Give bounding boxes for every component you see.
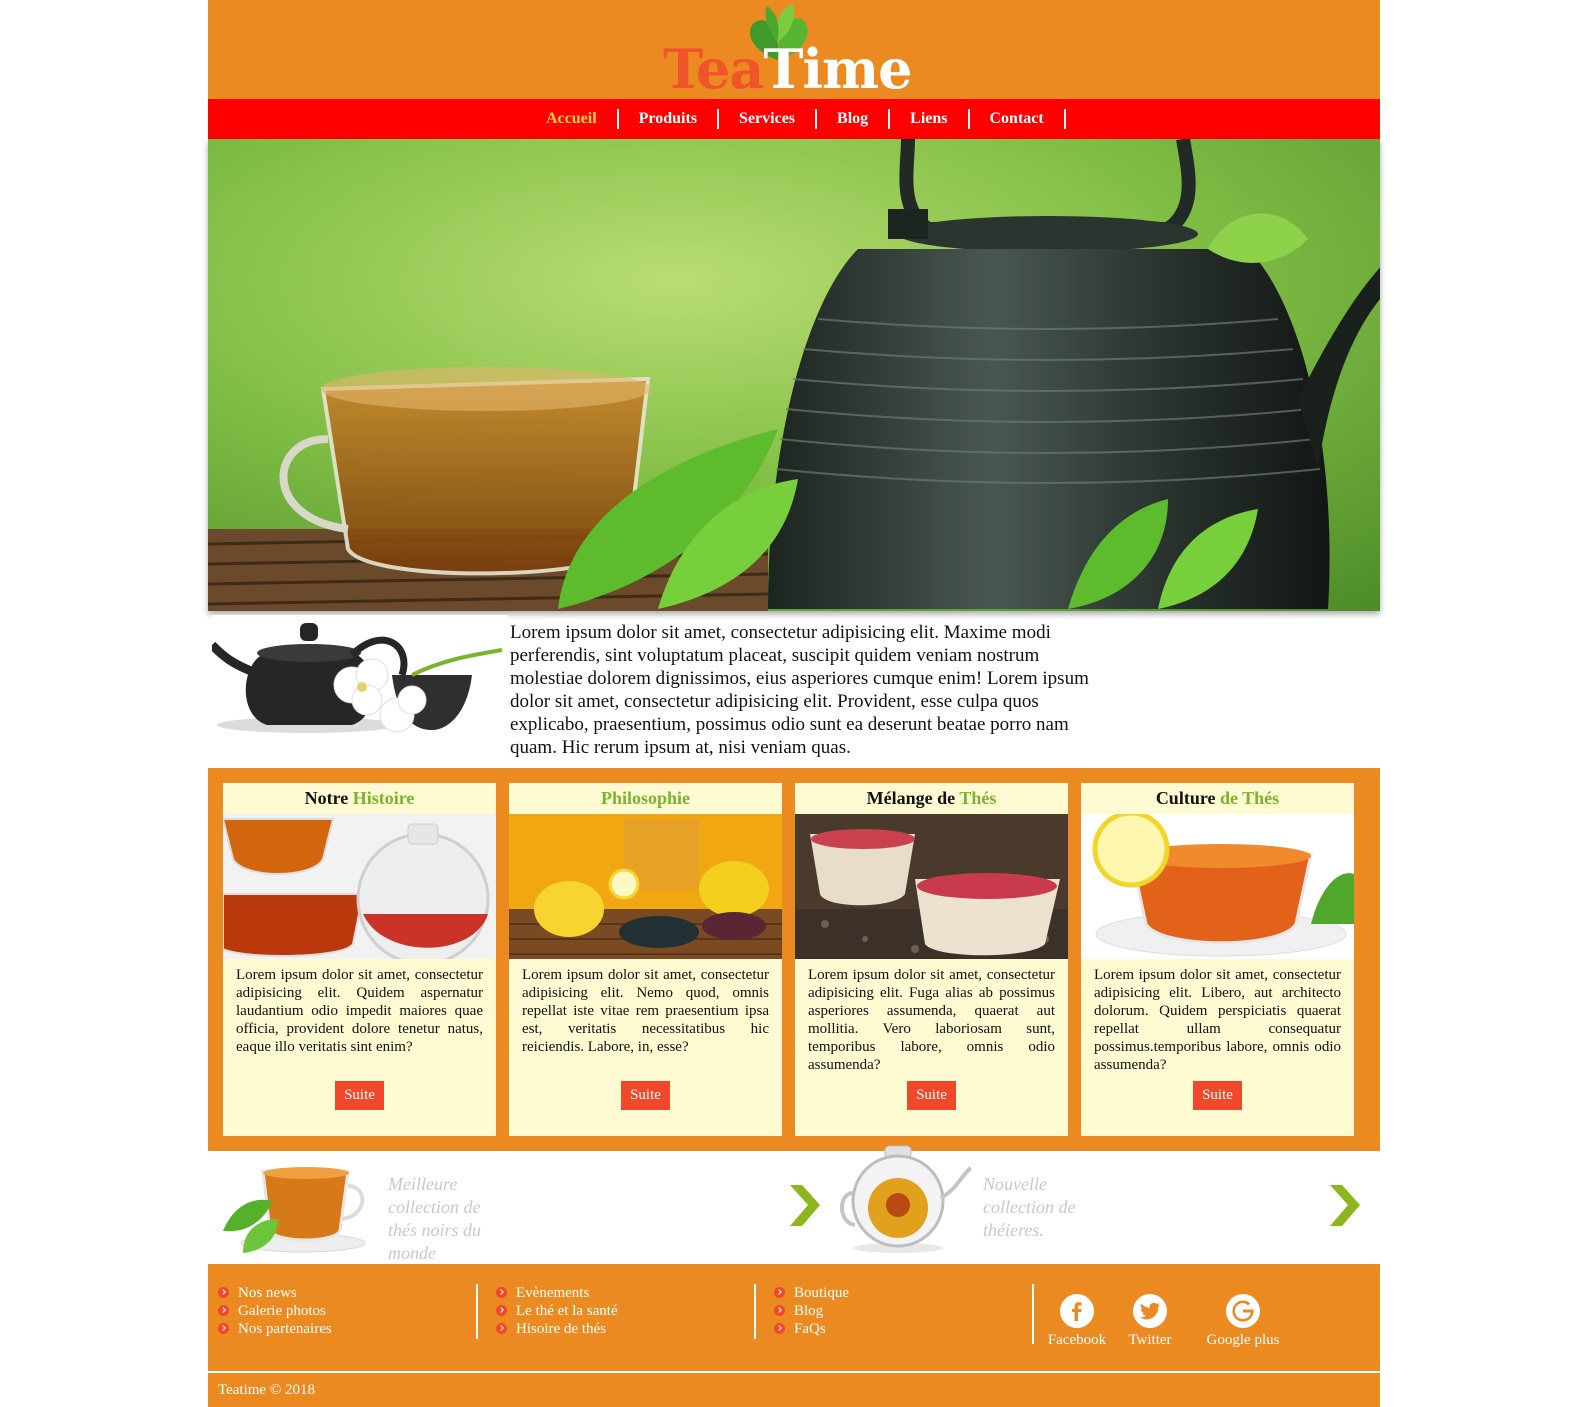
chevron-bullet-icon <box>218 1287 229 1298</box>
social-label: Twitter <box>1128 1332 1172 1348</box>
card-image-tea-cup-lemon <box>1081 814 1354 959</box>
promo-teapots: Nouvelle collection de théieres. <box>828 1145 1380 1264</box>
card-image-tea-bowls <box>795 814 1068 959</box>
card-title: Mélange de Thés <box>795 783 1068 814</box>
card-image-tea-glasses <box>223 814 496 959</box>
card-title-part: Culture <box>1155 788 1220 808</box>
footer-link-label: Hisoire de thés <box>516 1321 606 1337</box>
footer-link[interactable]: Galerie photos <box>218 1302 332 1320</box>
footer-link-label: Evènements <box>516 1285 590 1301</box>
footer-col-3: Boutique Blog FaQs <box>774 1284 849 1338</box>
social-facebook[interactable]: Facebook <box>1042 1294 1112 1349</box>
card-title: Notre Histoire <box>223 783 496 814</box>
feature-cards: Notre Histoire Lorem ipsum dolor sit ame… <box>208 768 1380 1151</box>
social-google-plus[interactable]: Google plus <box>1198 1294 1288 1349</box>
chevron-bullet-icon <box>218 1305 229 1316</box>
chevron-bullet-icon <box>496 1287 507 1298</box>
card-image-lemons-tea <box>509 814 782 959</box>
glass-teapot-image <box>840 1145 973 1253</box>
tea-cup-image <box>223 1167 366 1253</box>
logo[interactable]: TeaTime <box>663 0 923 99</box>
teapot-hero-illustration <box>208 139 1380 611</box>
logo-tea: Tea <box>663 37 764 101</box>
chevron-bullet-icon <box>496 1305 507 1316</box>
chevron-bullet-icon <box>774 1323 785 1334</box>
card-melange-de-thes: Mélange de Thés Lorem ipsum dolor sit am… <box>795 783 1068 1136</box>
footer-link[interactable]: Boutique <box>774 1284 849 1302</box>
footer-link[interactable]: FaQs <box>774 1320 849 1338</box>
footer-link-label: Nos news <box>238 1285 297 1301</box>
card-text: Lorem ipsum dolor sit amet, consectetur … <box>522 967 769 1055</box>
page: TeaTime Accueil Produits Services Blog L… <box>208 0 1380 1407</box>
hero-image <box>208 139 1380 611</box>
social-label: Facebook <box>1047 1332 1107 1348</box>
footer-link-label: Nos partenaires <box>238 1321 332 1337</box>
footer-link[interactable]: Nos partenaires <box>218 1320 332 1338</box>
footer-divider <box>476 1284 478 1339</box>
nav-item-produits[interactable]: Produits <box>619 109 720 129</box>
footer-rule <box>208 1371 1380 1373</box>
nav-item-liens[interactable]: Liens <box>890 109 970 129</box>
promo-text: Nouvelle collection de théieres. <box>983 1174 1076 1240</box>
intro-teapot-image <box>208 615 508 765</box>
footer-link[interactable]: Hisoire de thés <box>496 1320 618 1338</box>
card-title: Culture de Thés <box>1081 783 1354 814</box>
card-title-accent: Philosophie <box>600 788 691 808</box>
header: TeaTime <box>208 0 1380 99</box>
social-twitter[interactable]: Twitter <box>1120 1294 1180 1349</box>
footer-link-label: Boutique <box>794 1285 849 1301</box>
chevron-bullet-icon <box>496 1323 507 1334</box>
footer-link-label: Blog <box>794 1303 824 1319</box>
footer-divider <box>1032 1284 1034 1344</box>
card-philosophie: Philosophie Lorem ipsum dolor sit amet, … <box>509 783 782 1136</box>
card-text: Lorem ipsum dolor sit amet, consectetur … <box>236 967 483 1055</box>
chevron-bullet-icon <box>218 1323 229 1334</box>
logo-text: TeaTime <box>663 42 913 96</box>
chevron-bullet-icon <box>774 1287 785 1298</box>
footer-link[interactable]: Evènements <box>496 1284 618 1302</box>
footer-link[interactable]: Blog <box>774 1302 849 1320</box>
footer-link-label: Le thé et la santé <box>516 1303 618 1319</box>
promo-text: Meilleure collection de thés noirs du mo… <box>388 1174 482 1263</box>
suite-button[interactable]: Suite <box>907 1081 956 1110</box>
logo-time: Time <box>763 37 912 101</box>
chevron-right-icon[interactable] <box>788 1183 822 1228</box>
footer-link[interactable]: Le thé et la santé <box>496 1302 618 1320</box>
footer-col-1: Nos news Galerie photos Nos partenaires <box>218 1284 332 1338</box>
footer: Nos news Galerie photos Nos partenaires … <box>208 1264 1380 1407</box>
chevron-right-icon[interactable] <box>1328 1183 1362 1228</box>
facebook-icon <box>1060 1294 1094 1328</box>
card-title-accent: Histoire <box>352 788 415 808</box>
suite-button[interactable]: Suite <box>1193 1081 1242 1110</box>
card-notre-histoire: Notre Histoire Lorem ipsum dolor sit ame… <box>223 783 496 1136</box>
google-plus-icon <box>1226 1294 1260 1328</box>
copyright-text: Teatime © 2018 <box>218 1382 315 1398</box>
card-title-accent: de Thés <box>1219 788 1280 808</box>
footer-col-2: Evènements Le thé et la santé Hisoire de… <box>496 1284 618 1338</box>
footer-link-label: FaQs <box>794 1321 826 1337</box>
footer-divider <box>754 1284 756 1339</box>
card-culture-de-thes: Culture de Thés Lorem ipsum dolor sit am… <box>1081 783 1354 1136</box>
main-nav: Accueil Produits Services Blog Liens Con… <box>208 99 1380 139</box>
suite-button[interactable]: Suite <box>335 1081 384 1110</box>
nav-list: Accueil Produits Services Blog Liens Con… <box>526 99 1066 139</box>
chevron-bullet-icon <box>774 1305 785 1316</box>
promo-black-tea: Meilleure collection de thés noirs du mo… <box>208 1151 820 1264</box>
card-title: Philosophie <box>509 783 782 814</box>
footer-link[interactable]: Nos news <box>218 1284 332 1302</box>
nav-item-blog[interactable]: Blog <box>817 109 891 129</box>
nav-item-accueil[interactable]: Accueil <box>526 109 619 129</box>
card-text: Lorem ipsum dolor sit amet, consectetur … <box>808 967 1055 1073</box>
footer-link-label: Galerie photos <box>238 1303 326 1319</box>
card-title-accent: Thés <box>959 788 997 808</box>
twitter-icon <box>1133 1294 1167 1328</box>
nav-item-contact[interactable]: Contact <box>970 109 1066 129</box>
card-title-part: Mélange de <box>866 788 960 808</box>
social-label: Google plus <box>1206 1332 1280 1348</box>
intro-text: Lorem ipsum dolor sit amet, consectetur … <box>510 622 1089 758</box>
card-text: Lorem ipsum dolor sit amet, consectetur … <box>1094 967 1341 1073</box>
suite-button[interactable]: Suite <box>621 1081 670 1110</box>
nav-item-services[interactable]: Services <box>719 109 818 129</box>
card-title-part: Notre <box>304 788 353 808</box>
